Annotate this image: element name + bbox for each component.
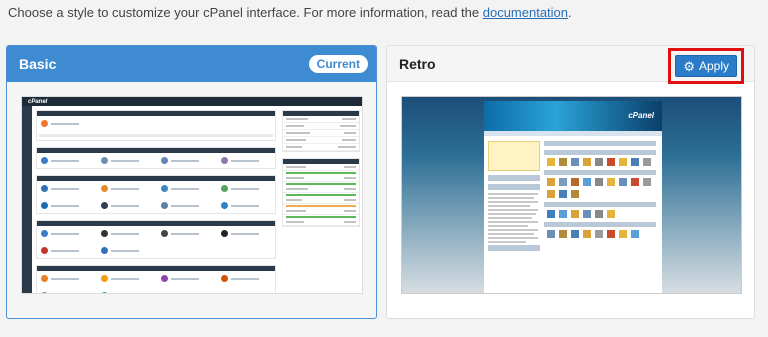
apply-button[interactable]: ⚙ Apply xyxy=(675,55,737,77)
preview-stats xyxy=(282,110,360,233)
style-preview-basic: cPanel xyxy=(21,96,363,294)
intro-text: Choose a style to customize your cPanel … xyxy=(8,5,572,20)
preview-page: cPanel xyxy=(484,101,662,293)
documentation-link[interactable]: documentation xyxy=(483,5,568,20)
preview-warning xyxy=(488,141,540,171)
intro-message: Choose a style to customize your cPanel … xyxy=(8,5,483,20)
preview-header: cPanel xyxy=(484,101,662,131)
preview-logo: cPanel xyxy=(28,98,48,105)
preview-logo: cPanel xyxy=(628,111,654,120)
preview-main xyxy=(36,110,276,293)
style-preview-retro: cPanel xyxy=(401,96,742,294)
preview-sidebar xyxy=(22,106,32,293)
style-card-retro[interactable]: Retro ⚙ Apply cPanel xyxy=(386,45,755,319)
apply-label: Apply xyxy=(698,59,729,73)
style-name: Basic xyxy=(19,56,57,72)
style-card-basic[interactable]: Basic Current cPanel xyxy=(6,45,377,319)
current-badge: Current xyxy=(308,55,368,73)
style-card-header: Basic Current xyxy=(7,46,376,82)
preview-topbar: cPanel xyxy=(22,97,362,106)
apply-highlight: ⚙ Apply xyxy=(668,48,744,84)
intro-suffix: . xyxy=(568,5,572,20)
style-name: Retro xyxy=(399,55,436,72)
gear-icon: ⚙ xyxy=(683,58,695,74)
